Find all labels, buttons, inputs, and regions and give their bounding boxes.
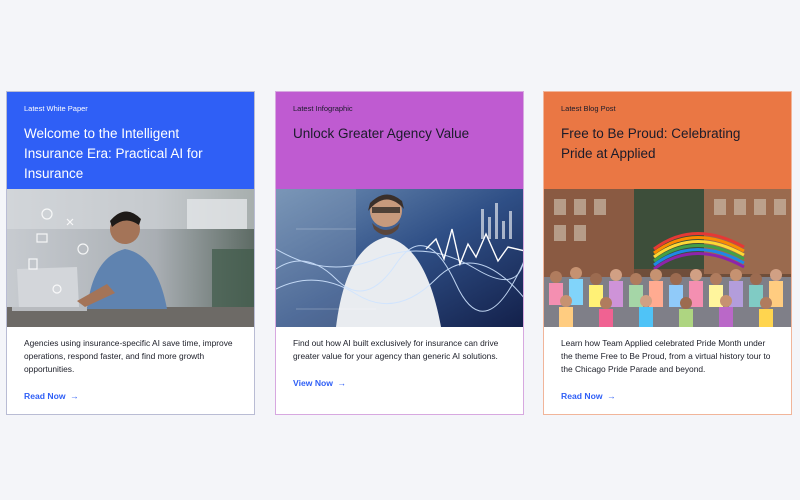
card-body: Learn how Team Applied celebrated Pride … — [544, 327, 791, 404]
view-now-link[interactable]: View Now → — [293, 378, 346, 388]
card-header: Latest White Paper Welcome to the Intell… — [7, 92, 254, 189]
card-description: Find out how AI built exclusively for in… — [293, 338, 499, 361]
card-title[interactable]: Unlock Greater Agency Value — [293, 124, 506, 144]
card-eyebrow: Latest Infographic — [293, 104, 353, 113]
card-blog-post[interactable]: Latest Blog Post Free to Be Proud: Celeb… — [543, 91, 792, 415]
cta-label: Read Now — [561, 391, 603, 401]
card-body: Find out how AI built exclusively for in… — [276, 327, 523, 391]
read-now-link[interactable]: Read Now → — [561, 391, 616, 401]
card-header: Latest Blog Post Free to Be Proud: Celeb… — [544, 92, 791, 189]
resource-cards: Latest White Paper Welcome to the Intell… — [6, 91, 792, 415]
card-header: Latest Infographic Unlock Greater Agency… — [276, 92, 523, 189]
cta-label: View Now — [293, 378, 333, 388]
card-title[interactable]: Free to Be Proud: Celebrating Pride at A… — [561, 124, 774, 164]
read-now-link[interactable]: Read Now → — [24, 391, 79, 401]
card-infographic[interactable]: Latest Infographic Unlock Greater Agency… — [275, 91, 524, 415]
card-eyebrow: Latest White Paper — [24, 104, 88, 113]
arrow-right-icon: → — [69, 391, 79, 401]
cta-label: Read Now — [24, 391, 66, 401]
card-image-data-visualization[interactable] — [276, 189, 523, 327]
card-image-man-at-laptop[interactable] — [7, 189, 254, 327]
card-description: Agencies using insurance-specific AI sav… — [24, 338, 233, 374]
card-body: Agencies using insurance-specific AI sav… — [7, 327, 254, 404]
card-description: Learn how Team Applied celebrated Pride … — [561, 338, 771, 374]
card-white-paper[interactable]: Latest White Paper Welcome to the Intell… — [6, 91, 255, 415]
arrow-right-icon: → — [337, 378, 346, 388]
card-eyebrow: Latest Blog Post — [561, 104, 616, 113]
card-title[interactable]: Welcome to the Intelligent Insurance Era… — [24, 124, 237, 184]
arrow-right-icon: → — [606, 391, 616, 401]
card-image-pride-parade[interactable] — [544, 189, 791, 327]
